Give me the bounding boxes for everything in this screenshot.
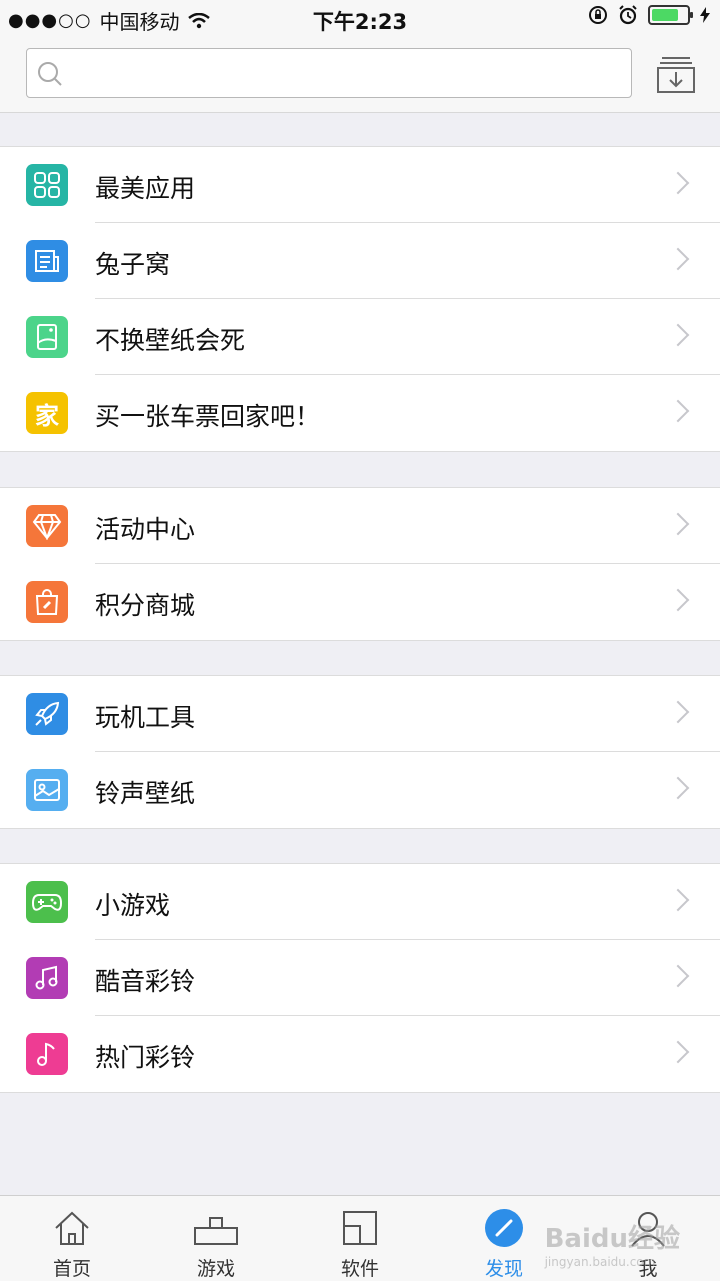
image-icon [26, 769, 68, 811]
phone-picture-icon [26, 316, 68, 358]
battery-icon [648, 5, 693, 25]
search-input[interactable] [26, 48, 632, 98]
menu-item-label: 玩机工具 [95, 703, 196, 732]
menu-item[interactable]: 兔子窝 [0, 223, 720, 299]
shopping-bag-icon [26, 581, 68, 623]
rocket-icon [26, 693, 68, 735]
menu-item-label: 兔子窝 [95, 250, 171, 279]
menu-item-label: 不换壁纸会死 [95, 326, 246, 355]
menu-item[interactable]: 铃声壁纸 [0, 752, 720, 828]
menu-item[interactable]: 积分商城 [0, 564, 720, 640]
menu-item-label: 买一张车票回家吧！ [95, 402, 321, 431]
tab-software-label: 软件 [340, 1258, 379, 1280]
watermark-sub: jingyan.baidu.com [544, 1255, 656, 1269]
menu-item[interactable]: 家买一张车票回家吧！ [0, 375, 720, 451]
tab-software[interactable]: 软件 [288, 1196, 432, 1281]
menu-item[interactable]: 活动中心 [0, 488, 720, 564]
menu-item[interactable]: 酷音彩铃 [0, 940, 720, 1016]
menu-item-label: 最美应用 [95, 174, 196, 203]
chevron-right-icon [666, 171, 690, 195]
chevron-right-icon [666, 888, 690, 912]
gamepad-icon [26, 881, 68, 923]
chevron-right-icon [666, 1040, 690, 1064]
download-manager-icon[interactable] [656, 54, 696, 94]
watermark-main: Baidu经验 [544, 1224, 680, 1254]
tab-games[interactable]: 游戏 [144, 1196, 288, 1281]
header [0, 36, 720, 113]
menu-item-label: 酷音彩铃 [95, 967, 196, 996]
menu-item-label: 小游戏 [95, 891, 171, 920]
chevron-right-icon [666, 964, 690, 988]
diamond-icon [26, 505, 68, 547]
menu-item-label: 热门彩铃 [95, 1043, 196, 1072]
menu-item[interactable]: 小游戏 [0, 864, 720, 940]
menu-item[interactable]: 玩机工具 [0, 676, 720, 752]
tab-home[interactable]: 首页 [0, 1196, 144, 1281]
orientation-lock-icon [589, 6, 607, 24]
menu-item[interactable]: 热门彩铃 [0, 1016, 720, 1092]
menu-group-4: 小游戏酷音彩铃热门彩铃 [0, 863, 720, 1093]
home-character-icon: 家 [26, 392, 68, 434]
menu-item-label: 积分商城 [95, 591, 196, 620]
apps-icon [343, 1211, 377, 1245]
chevron-right-icon [666, 700, 690, 724]
menu-item[interactable]: 不换壁纸会死 [0, 299, 720, 375]
status-bar: ●●●○○ 中国移动 下午2:23 [0, 0, 720, 36]
menu-item-label: 铃声壁纸 [95, 779, 196, 808]
baidu-watermark: Baidu经验 jingyan.baidu.com [545, 1218, 680, 1269]
compass-icon [485, 1209, 523, 1247]
chevron-right-icon [666, 247, 690, 271]
tab-games-label: 游戏 [196, 1258, 235, 1280]
menu-item[interactable]: 最美应用 [0, 147, 720, 223]
charging-bolt-icon [700, 7, 710, 23]
newspaper-icon [26, 240, 68, 282]
chevron-right-icon [666, 776, 690, 800]
chevron-right-icon [666, 512, 690, 536]
menu-group-3: 玩机工具 铃声壁纸 [0, 675, 720, 829]
chevron-right-icon [666, 588, 690, 612]
game-icon [194, 1217, 238, 1245]
menu-group-1: 最美应用兔子窝不换壁纸会死家买一张车票回家吧！ [0, 146, 720, 452]
chevron-right-icon [666, 399, 690, 423]
menu-item-label: 活动中心 [95, 515, 196, 544]
music-note-icon [26, 957, 68, 999]
status-right [588, 5, 710, 25]
single-note-icon [26, 1033, 68, 1075]
search-icon [38, 62, 62, 86]
grid-icon [26, 164, 68, 206]
home-icon [55, 1211, 89, 1245]
tab-home-label: 首页 [52, 1258, 91, 1280]
menu-group-2: 活动中心 积分商城 [0, 487, 720, 641]
alarm-icon [619, 5, 637, 25]
chevron-right-icon [666, 323, 690, 347]
